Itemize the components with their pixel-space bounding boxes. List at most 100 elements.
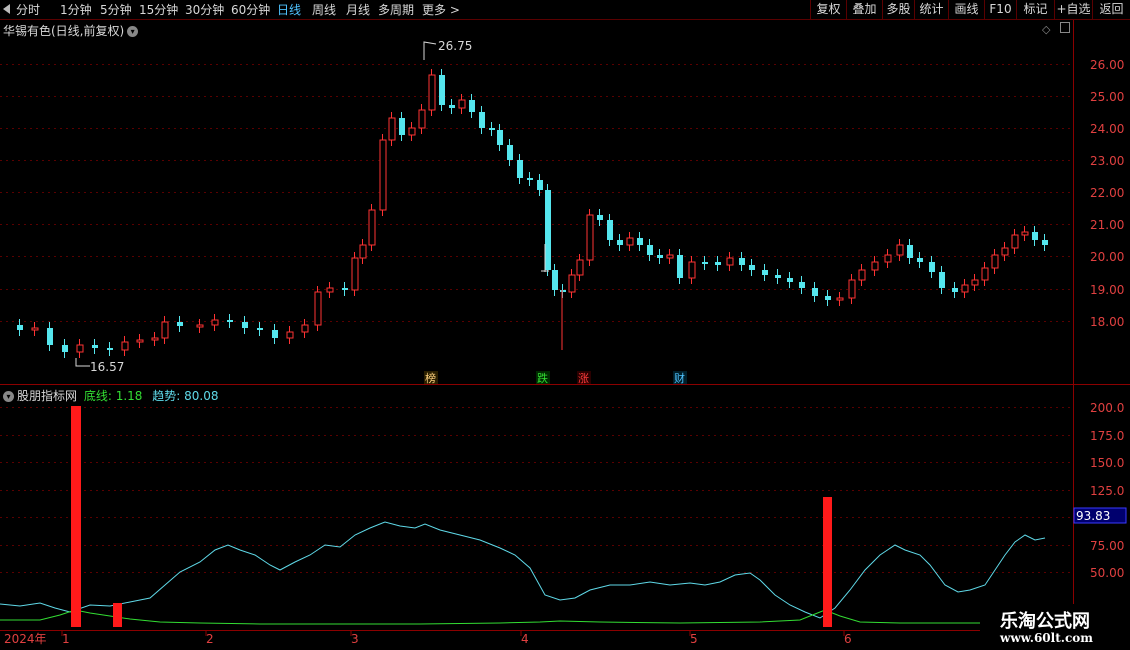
candle-body bbox=[715, 262, 721, 265]
ind-tick-150: 150.0 bbox=[1090, 456, 1124, 470]
candlestick-series bbox=[17, 41, 1048, 367]
candle-body bbox=[196, 324, 204, 328]
candle-body bbox=[257, 328, 263, 330]
candle-body bbox=[825, 296, 831, 300]
low-price-label: 16.57 bbox=[90, 360, 124, 374]
candle-body bbox=[597, 215, 603, 220]
candle-body bbox=[617, 240, 623, 245]
candle-body bbox=[858, 269, 866, 281]
candle-body bbox=[399, 118, 405, 135]
low-arrow bbox=[75, 358, 90, 367]
price-tick-26: 26.00 bbox=[1090, 58, 1124, 72]
candle-body bbox=[489, 128, 495, 130]
candle-body bbox=[314, 291, 322, 326]
event-marker-die[interactable]: 跌 bbox=[537, 371, 548, 385]
candle-body bbox=[939, 272, 945, 288]
candle-body bbox=[657, 255, 663, 258]
candle-body bbox=[586, 214, 594, 261]
candle-body bbox=[272, 330, 278, 338]
candle-body bbox=[326, 287, 334, 293]
candle-body bbox=[787, 278, 793, 282]
candle-body bbox=[1032, 232, 1038, 240]
watermark-title: 乐淘公式网 bbox=[1000, 611, 1090, 632]
x-label-mar: 3 bbox=[351, 632, 359, 646]
candle-body bbox=[626, 237, 634, 246]
ind-tick-125: 125.0 bbox=[1090, 484, 1124, 498]
candle-body bbox=[568, 274, 576, 293]
candle-body bbox=[62, 345, 68, 352]
candle-body bbox=[342, 288, 348, 290]
candle-body bbox=[545, 190, 551, 270]
candle-body bbox=[121, 341, 129, 351]
event-marker-bang[interactable]: 榜 bbox=[425, 371, 436, 385]
candle-body bbox=[1011, 234, 1019, 249]
candle-body bbox=[1021, 231, 1029, 236]
candle-body bbox=[408, 127, 416, 136]
candle-body bbox=[359, 244, 367, 259]
high-price-label: 26.75 bbox=[438, 39, 472, 53]
price-tick-25: 25.00 bbox=[1090, 90, 1124, 104]
candle-body bbox=[286, 331, 294, 339]
candle-body bbox=[739, 258, 745, 265]
candle-body bbox=[242, 322, 248, 328]
price-tick-19: 19.00 bbox=[1090, 283, 1124, 297]
candle-body bbox=[136, 339, 144, 343]
candle-body bbox=[368, 209, 376, 246]
candle-body bbox=[647, 245, 653, 255]
candle-body bbox=[762, 270, 768, 275]
candle-body bbox=[92, 345, 98, 348]
event-marker-cai[interactable]: 财 bbox=[674, 371, 685, 385]
candle-body bbox=[775, 275, 781, 278]
candle-body bbox=[17, 325, 23, 330]
current-value-label: 93.83 bbox=[1076, 509, 1110, 523]
candle-body bbox=[917, 258, 923, 262]
price-tick-18: 18.00 bbox=[1090, 315, 1124, 329]
candle-body bbox=[560, 290, 566, 292]
price-tick-23: 23.00 bbox=[1090, 154, 1124, 168]
candle-body bbox=[896, 244, 904, 256]
ind-tick-175: 175.0 bbox=[1090, 429, 1124, 443]
candle-body bbox=[1001, 247, 1009, 256]
candle-body bbox=[418, 109, 426, 129]
candle-body bbox=[76, 344, 84, 353]
candle-body bbox=[301, 324, 309, 333]
x-label-apr: 4 bbox=[521, 632, 529, 646]
price-tick-21: 21.00 bbox=[1090, 218, 1124, 232]
candle-body bbox=[726, 257, 734, 266]
candle-body bbox=[479, 112, 485, 128]
x-label-may: 5 bbox=[690, 632, 698, 646]
stock-chart-canvas: 26.00 25.00 24.00 23.00 22.00 21.00 20.0… bbox=[0, 20, 1130, 646]
watermark-url: www.60lt.com bbox=[1000, 631, 1093, 645]
candle-body bbox=[107, 348, 113, 350]
price-tick-20: 20.00 bbox=[1090, 250, 1124, 264]
signal-bar bbox=[113, 603, 122, 627]
candle-body bbox=[517, 160, 523, 178]
candle-body bbox=[677, 255, 683, 278]
ind-tick-200: 200.0 bbox=[1090, 401, 1124, 415]
high-arrow bbox=[423, 41, 437, 60]
candle-body bbox=[47, 328, 53, 345]
event-marker-zhang[interactable]: 涨 bbox=[578, 372, 589, 385]
ind-tick-75: 75.00 bbox=[1090, 539, 1124, 553]
candle-body bbox=[227, 320, 233, 322]
candle-body bbox=[449, 105, 455, 108]
candle-body bbox=[161, 321, 169, 339]
candle-body bbox=[527, 178, 533, 180]
candle-body bbox=[848, 279, 856, 299]
candle-body bbox=[507, 145, 513, 160]
candle-body bbox=[469, 100, 475, 112]
x-label-feb: 2 bbox=[206, 632, 214, 646]
candle-body bbox=[637, 238, 643, 245]
candle-body bbox=[961, 284, 969, 293]
candle-body bbox=[702, 262, 708, 264]
candle-body bbox=[552, 270, 558, 290]
candle-body bbox=[151, 337, 159, 341]
ind-tick-50: 50.00 bbox=[1090, 566, 1124, 580]
x-label-jun: 6 bbox=[844, 632, 852, 646]
candle-body bbox=[428, 74, 436, 111]
price-tick-24: 24.00 bbox=[1090, 122, 1124, 136]
price-tick-22: 22.00 bbox=[1090, 186, 1124, 200]
candle-body bbox=[537, 180, 543, 190]
candle-body bbox=[884, 254, 892, 263]
signal-bar bbox=[71, 406, 81, 627]
